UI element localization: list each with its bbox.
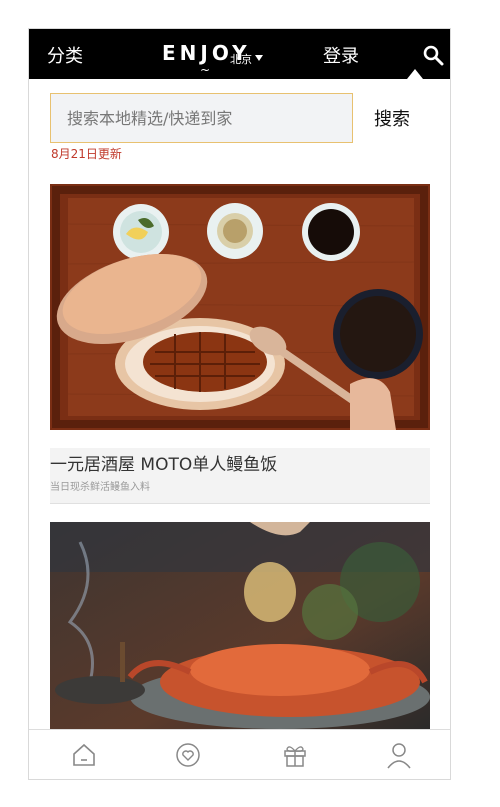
top-bar: 分类 ENJOY ~ 北京 登录 bbox=[29, 29, 450, 79]
gift-icon[interactable] bbox=[280, 740, 310, 770]
feed-item-image[interactable] bbox=[50, 184, 430, 430]
bottom-nav bbox=[29, 729, 450, 779]
feed-item-image-2[interactable] bbox=[50, 522, 430, 732]
search-input[interactable] bbox=[51, 94, 352, 142]
feed-item-subtitle: 当日现杀鲜活鳗鱼入料 bbox=[50, 482, 150, 493]
home-icon[interactable] bbox=[69, 740, 99, 770]
search-pointer-caret bbox=[407, 69, 423, 79]
phone-frame: 分类 ENJOY ~ 北京 登录 搜索 8月21日更新 bbox=[28, 28, 451, 780]
logo-smile: ~ bbox=[200, 63, 211, 77]
feed-item-title: 一元居酒屋 MOTO单人鳗鱼饭 bbox=[50, 455, 278, 475]
search-field[interactable] bbox=[50, 93, 353, 143]
heart-icon[interactable] bbox=[173, 740, 203, 770]
category-button[interactable]: 分类 bbox=[47, 42, 83, 68]
feed-item-info[interactable]: 一元居酒屋 MOTO单人鳗鱼饭 当日现杀鲜活鳗鱼入料 bbox=[50, 448, 430, 504]
user-icon[interactable] bbox=[384, 740, 414, 770]
login-button[interactable]: 登录 bbox=[323, 42, 359, 68]
search-icon[interactable] bbox=[422, 44, 444, 66]
city-selector[interactable]: 北京 bbox=[230, 51, 252, 67]
city-dropdown-icon[interactable] bbox=[255, 55, 263, 61]
search-button[interactable]: 搜索 bbox=[374, 105, 410, 131]
update-note: 8月21日更新 bbox=[51, 147, 122, 161]
